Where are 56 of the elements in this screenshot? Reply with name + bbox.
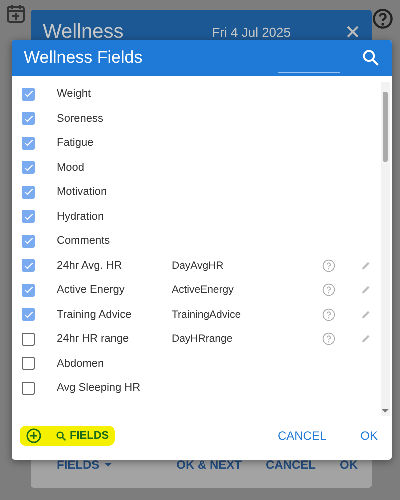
field-name: Mood	[57, 162, 86, 174]
edit-icon[interactable]	[360, 260, 372, 272]
field-name: Abdomen	[57, 358, 106, 370]
calendar-add-icon[interactable]	[6, 4, 26, 24]
field-name: Motivation	[57, 186, 108, 198]
checkbox[interactable]	[22, 210, 35, 224]
ok-button[interactable]: OK	[354, 425, 384, 447]
help-icon[interactable]	[322, 283, 336, 298]
search-icon	[56, 430, 67, 442]
field-code: ActiveEnergy	[172, 284, 235, 296]
field-code: DayAvgHR	[172, 260, 225, 272]
checkbox[interactable]	[22, 332, 35, 346]
checkbox[interactable]	[22, 382, 35, 395]
field-name: Comments	[57, 235, 112, 248]
checkbox[interactable]	[22, 186, 35, 199]
cancel-button[interactable]: CANCEL	[272, 425, 333, 447]
add-icon[interactable]	[26, 428, 42, 444]
field-name: Soreness	[57, 112, 104, 125]
caret-icon	[104, 462, 113, 468]
checkbox[interactable]	[22, 234, 35, 248]
help-icon[interactable]	[322, 308, 336, 322]
field-code: TrainingAdvice	[172, 308, 242, 321]
checkbox[interactable]	[22, 308, 35, 322]
field-name: Training Advice	[57, 308, 133, 321]
help-icon[interactable]	[372, 8, 394, 30]
checkbox[interactable]	[22, 112, 35, 126]
edit-icon[interactable]	[360, 308, 372, 321]
field-code: DayHRrange	[172, 333, 234, 346]
scrollbar[interactable]	[381, 82, 390, 416]
dialog-title: Wellness	[43, 20, 124, 44]
close-icon[interactable]	[346, 25, 360, 39]
scroll-down-icon[interactable]	[381, 408, 390, 414]
dialog-date: Fri 4 Jul 2025	[212, 24, 291, 40]
dialog-title: Wellness Fields	[24, 48, 143, 68]
field-name: Weight	[57, 88, 92, 100]
field-name: Fatigue	[57, 137, 95, 150]
help-icon[interactable]	[322, 332, 336, 346]
field-name: Active Energy	[57, 284, 126, 296]
checkbox[interactable]	[22, 161, 35, 174]
checkbox[interactable]	[22, 284, 35, 297]
field-name: Avg Sleeping HR	[57, 382, 142, 394]
dialog-button[interactable]: OK & NEXT	[170, 454, 248, 476]
checkbox[interactable]	[22, 357, 35, 370]
dialog-button[interactable]: CANCEL	[260, 454, 322, 476]
edit-icon[interactable]	[360, 333, 372, 346]
checkbox[interactable]	[22, 88, 35, 101]
fields-menu-button[interactable]: FIELDS	[51, 454, 119, 476]
search-icon[interactable]	[362, 49, 380, 67]
field-name: 24hr Avg. HR	[57, 260, 124, 272]
checkbox[interactable]	[22, 136, 35, 150]
dialog-button[interactable]: OK	[334, 454, 364, 476]
field-name: 24hr HR range	[57, 333, 130, 346]
field-name: Hydration	[57, 210, 106, 223]
edit-icon[interactable]	[360, 284, 372, 296]
checkbox[interactable]	[22, 259, 35, 272]
help-icon[interactable]	[322, 258, 336, 273]
